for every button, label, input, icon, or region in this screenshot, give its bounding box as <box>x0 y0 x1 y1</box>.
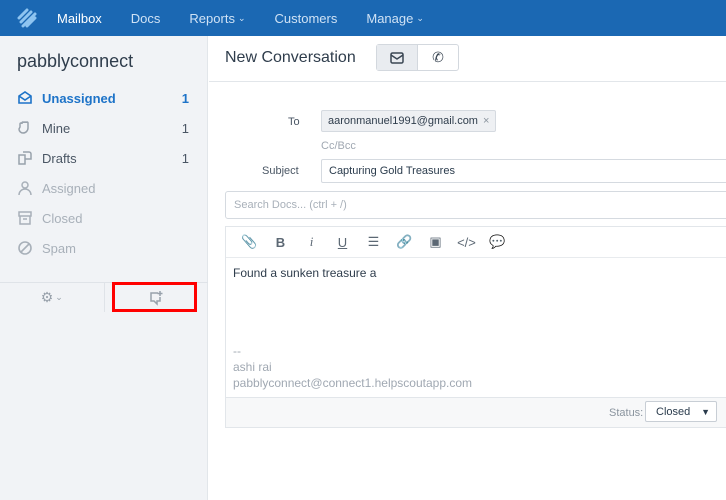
nav-label: Docs <box>130 10 161 26</box>
sidebar-item-count: 1 <box>181 150 189 166</box>
sidebar-item-label: Spam <box>42 240 76 256</box>
status-value: Closed <box>656 405 691 418</box>
conversation-type-toggle: ✆ <box>376 44 459 71</box>
sidebar-item-mine[interactable]: Mine 1 <box>17 118 189 138</box>
sidebar-item-label: Closed <box>42 210 83 226</box>
top-navbar: Mailbox Docs Reports ⌄ Customers Manage ⌄ <box>0 0 726 36</box>
sidebar-item-label: Unassigned <box>42 90 116 106</box>
sidebar-item-closed[interactable]: Closed <box>17 208 189 228</box>
bold-icon[interactable]: B <box>265 235 296 250</box>
highlight-box <box>112 282 197 312</box>
sidebar-item-count: 1 <box>181 90 189 106</box>
status-select[interactable]: Closed ▼ <box>645 401 717 422</box>
block-icon <box>18 241 32 255</box>
nav-manage[interactable]: Manage ⌄ <box>366 11 424 26</box>
gear-icon: ⚙ <box>40 289 54 305</box>
message-body[interactable]: Found a sunken treasure a <box>233 266 376 280</box>
list-icon[interactable]: ☰ <box>358 234 389 250</box>
nav-mailbox[interactable]: Mailbox <box>57 11 102 26</box>
nav-customers[interactable]: Customers <box>275 11 338 26</box>
remove-recipient-icon[interactable]: × <box>483 115 489 127</box>
recipient-chip[interactable]: aaronmanuel1991@gmail.com × <box>321 110 497 132</box>
sidebar-item-drafts[interactable]: Drafts 1 <box>17 148 189 168</box>
recipient-email: aaronmanuel1991@gmail.com <box>328 115 478 127</box>
helpscout-logo-icon[interactable] <box>17 8 37 28</box>
status-label: Status: <box>609 407 644 419</box>
hand-icon <box>18 121 29 134</box>
sidebar-item-unassigned[interactable]: Unassigned 1 <box>17 88 189 108</box>
sidebar-item-count: 1 <box>181 120 189 136</box>
underline-icon[interactable]: U <box>327 235 358 250</box>
editor-toolbar: 📎 B i U ☰ 🔗 ▣ </> 💬 <box>226 227 726 258</box>
nav-label: Customers <box>274 10 338 26</box>
person-icon <box>18 181 32 196</box>
message-editor: 📎 B i U ☰ 🔗 ▣ </> 💬 Found a sunken treas… <box>225 226 726 428</box>
code-icon[interactable]: </> <box>451 235 482 250</box>
sidebar-item-assigned[interactable]: Assigned <box>17 178 189 198</box>
italic-icon[interactable]: i <box>296 234 327 250</box>
email-type-button[interactable] <box>377 45 418 70</box>
signature: -- ashi rai pabblyconnect@connect1.helps… <box>233 343 472 391</box>
sidebar-item-label: Mine <box>42 120 71 136</box>
signature-name: ashi rai <box>233 360 272 374</box>
mailbox-name: pabblyconnect <box>17 51 134 71</box>
signature-email: pabblyconnect@connect1.helpscoutapp.com <box>233 376 473 390</box>
inbox-icon <box>18 91 32 104</box>
to-label: To <box>288 116 300 128</box>
sidebar: pabblyconnect Unassigned 1 Mine 1 Drafts 1 … <box>0 36 208 500</box>
phone-icon: ✆ <box>432 49 444 65</box>
sidebar-item-label: Drafts <box>42 150 77 166</box>
nav-docs[interactable]: Docs <box>131 11 161 26</box>
image-icon[interactable]: ▣ <box>420 234 451 250</box>
chevron-down-icon: ▼ <box>701 406 710 417</box>
chevron-down-icon: ⌄ <box>416 12 424 23</box>
link-icon[interactable]: 🔗 <box>389 234 420 250</box>
search-docs-input[interactable]: Search Docs... (ctrl + /) <box>225 191 726 219</box>
attachment-icon[interactable]: 📎 <box>234 234 265 250</box>
subject-input[interactable]: Capturing Gold Treasures <box>321 159 726 183</box>
envelope-icon <box>390 51 404 64</box>
nav-reports[interactable]: Reports ⌄ <box>189 11 245 26</box>
subject-label: Subject <box>262 165 299 177</box>
chevron-down-icon: ⌄ <box>237 12 246 23</box>
nav-label: Reports <box>189 10 235 26</box>
archive-icon <box>18 211 32 225</box>
drafts-icon <box>18 151 32 165</box>
cc-bcc-link[interactable]: Cc/Bcc <box>321 140 356 152</box>
sidebar-item-spam[interactable]: Spam <box>17 238 189 258</box>
settings-button[interactable]: ⚙ ⌄ <box>0 283 105 312</box>
page-title: New Conversation <box>225 49 356 66</box>
nav-label: Mailbox <box>57 10 102 26</box>
saved-reply-icon[interactable]: 💬 <box>482 234 513 250</box>
nav-label: Manage <box>366 10 414 26</box>
main-header: New Conversation ✆ <box>209 36 726 82</box>
editor-footer: Status: Closed ▼ <box>226 397 726 427</box>
signature-separator: -- <box>233 344 241 358</box>
chevron-down-icon: ⌄ <box>55 292 63 302</box>
phone-type-button[interactable]: ✆ <box>418 45 458 70</box>
sidebar-item-label: Assigned <box>42 180 96 196</box>
